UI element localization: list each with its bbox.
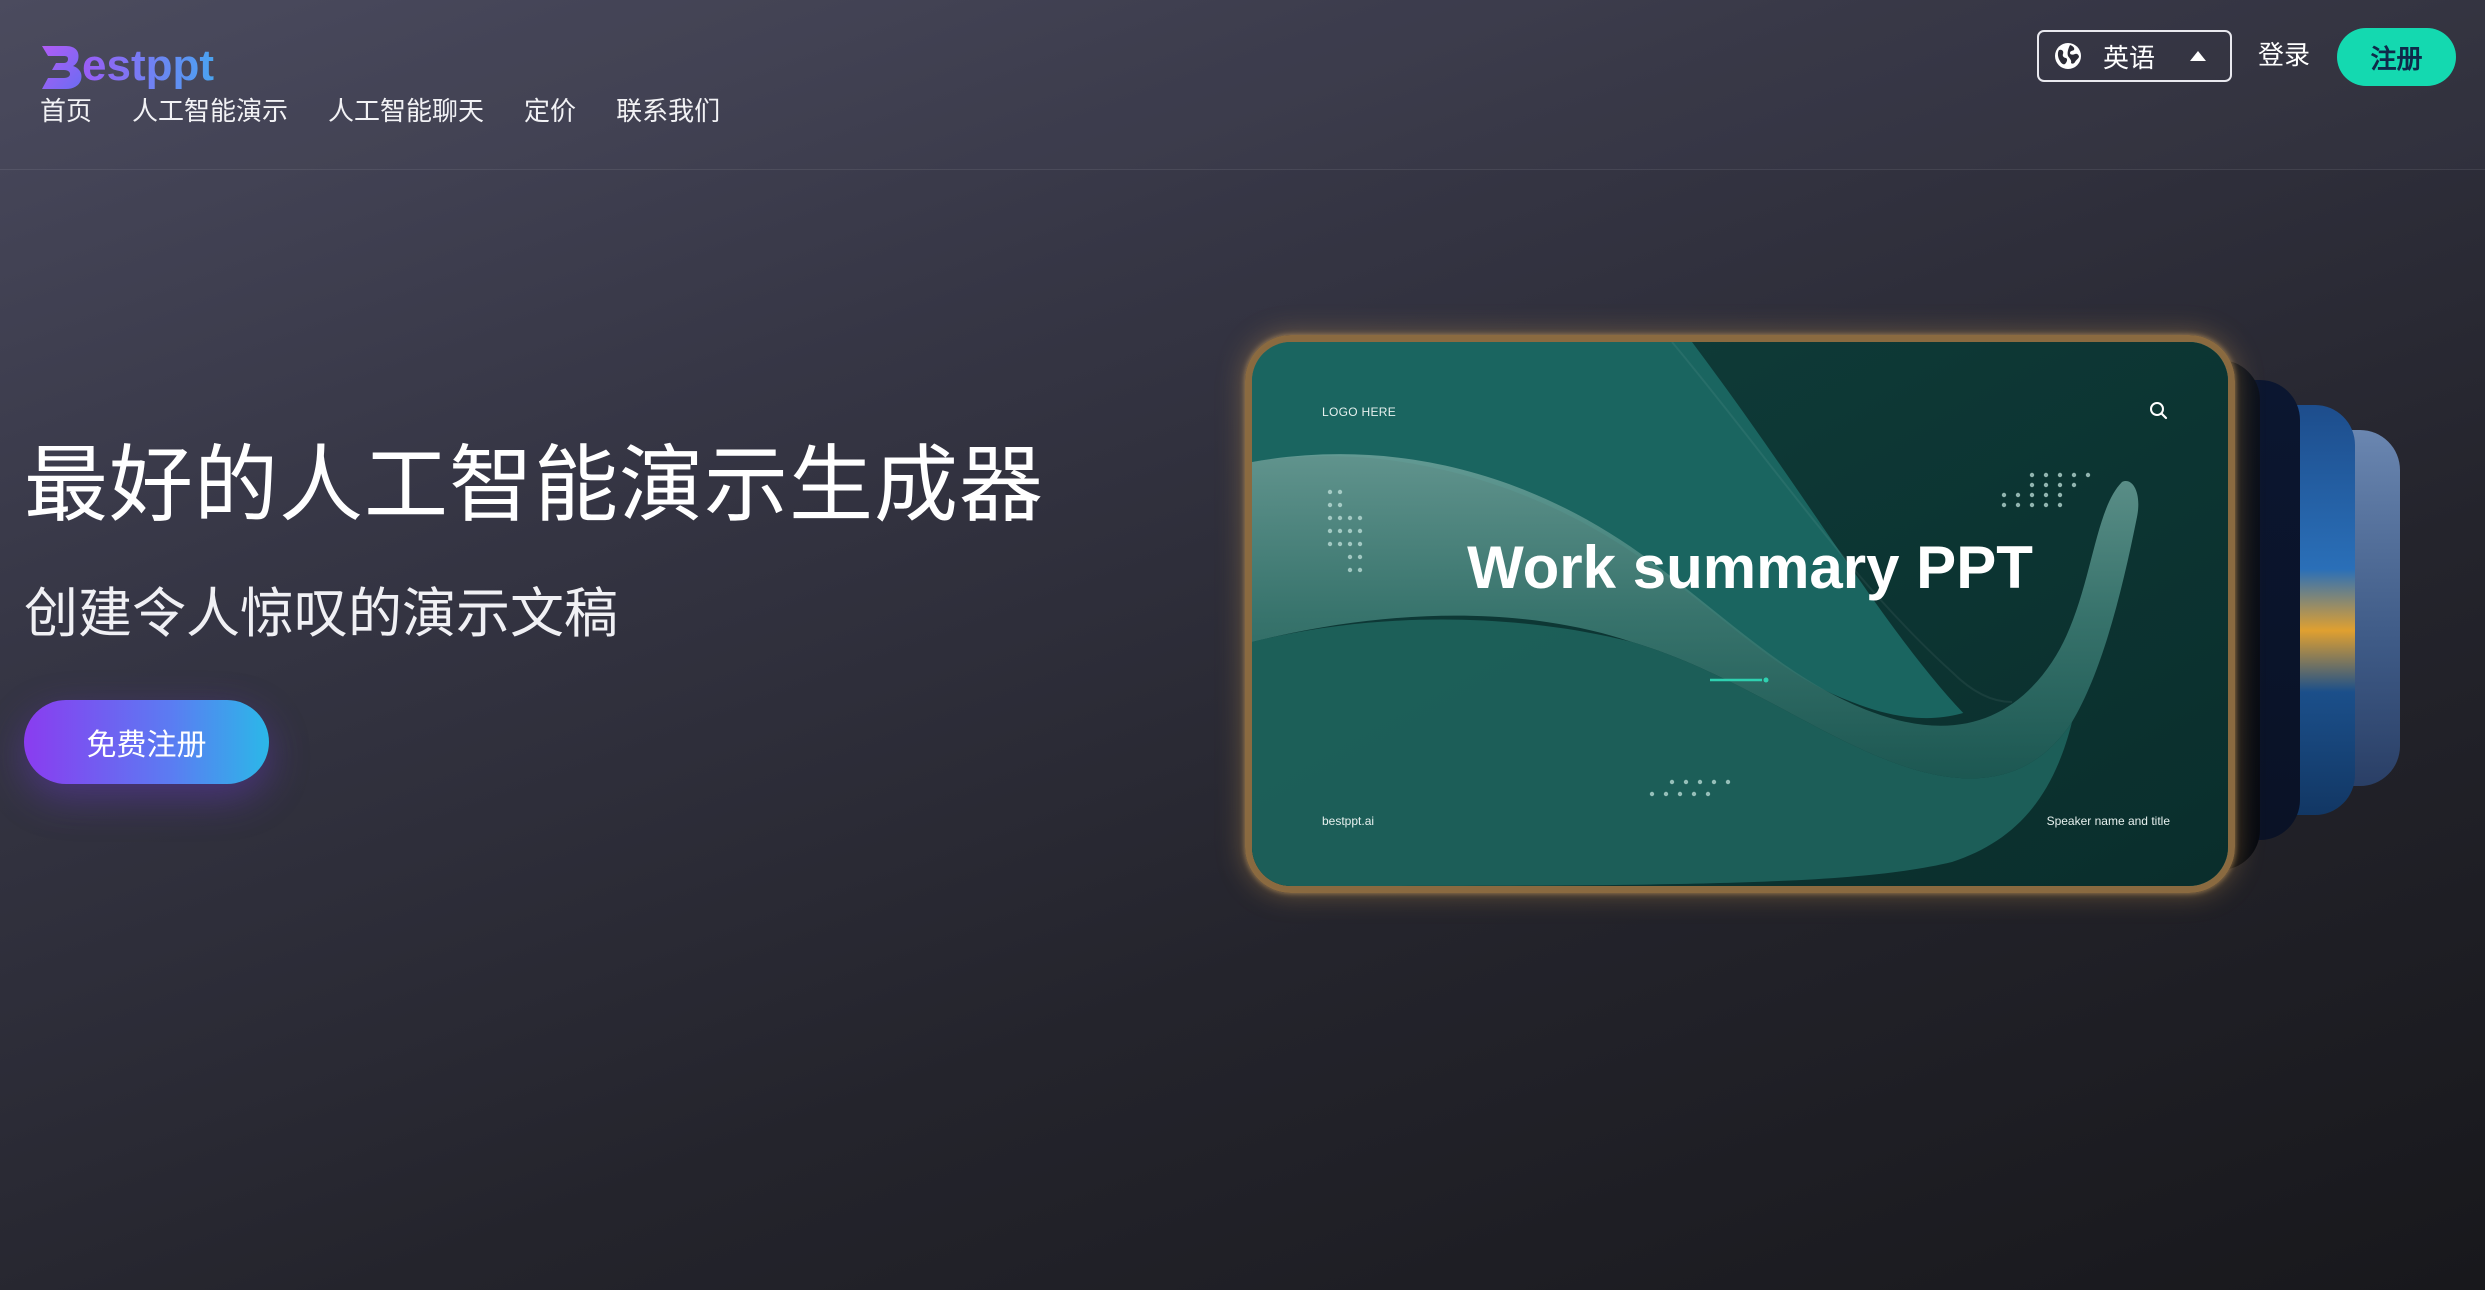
search-icon bbox=[2150, 402, 2168, 420]
hero-subtitle: 创建令人惊叹的演示文稿 bbox=[24, 582, 618, 645]
caret-up-icon bbox=[2190, 51, 2206, 61]
nav-item-ai-chat[interactable]: 人工智能聊天 bbox=[328, 92, 484, 132]
slide-footer-speaker: Speaker name and title bbox=[2046, 814, 2170, 828]
brand-wordmark: estppt bbox=[82, 41, 214, 90]
slide-logo-placeholder: LOGO HERE bbox=[1322, 405, 1397, 419]
top-header: estppt 首页 人工智能演示 人工智能聊天 定价 联系我们 英语 登录 注册 bbox=[0, 0, 2485, 170]
free-signup-button[interactable]: 免费注册 bbox=[24, 700, 269, 784]
nav-item-ai-presentation[interactable]: 人工智能演示 bbox=[132, 92, 288, 132]
slide-title: Work summary PPT bbox=[1467, 534, 2033, 601]
slide-footer-site: bestppt.ai bbox=[1322, 814, 1375, 828]
slide-background bbox=[1252, 342, 2228, 886]
nav-item-home[interactable]: 首页 bbox=[40, 92, 92, 132]
nav-item-pricing[interactable]: 定价 bbox=[524, 92, 576, 132]
language-label: 英语 bbox=[2103, 43, 2156, 74]
template-preview-card[interactable]: LOGO HERE Work summary PPT bestppt.ai Sp… bbox=[1245, 335, 2235, 893]
register-button[interactable]: 注册 bbox=[2337, 28, 2456, 86]
main-nav: 首页 人工智能演示 人工智能聊天 定价 联系我们 bbox=[40, 92, 720, 132]
logo-mark-icon bbox=[42, 46, 82, 89]
globe-icon bbox=[2055, 43, 2081, 69]
nav-item-contact[interactable]: 联系我们 bbox=[616, 92, 720, 132]
hero-title: 最好的人工智能演示生成器 bbox=[24, 436, 1045, 534]
brand-logo[interactable]: estppt bbox=[40, 34, 214, 90]
login-link[interactable]: 登录 bbox=[2258, 36, 2310, 76]
language-select[interactable]: 英语 bbox=[2037, 30, 2232, 82]
